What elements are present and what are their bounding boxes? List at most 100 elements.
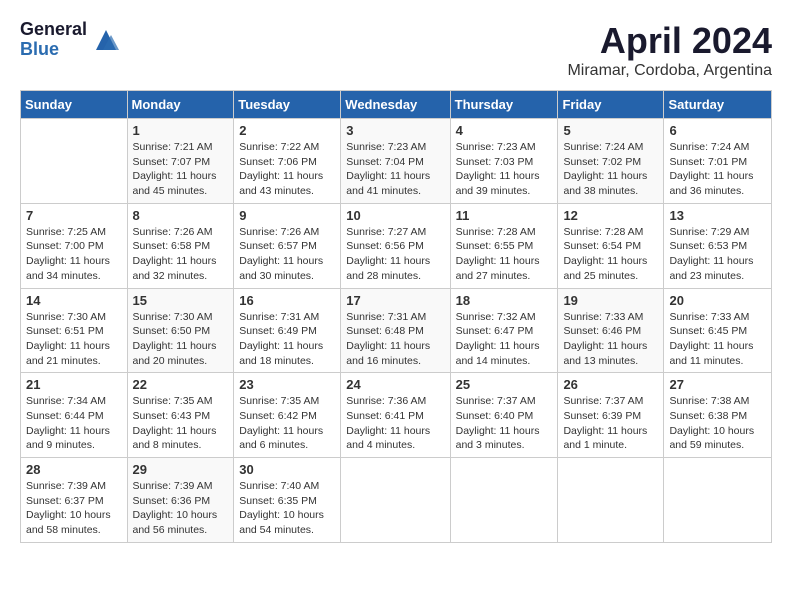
day-details: Sunrise: 7:37 AMSunset: 6:39 PMDaylight:… xyxy=(563,394,658,453)
calendar-cell: 26 Sunrise: 7:37 AMSunset: 6:39 PMDayligh… xyxy=(558,373,664,458)
day-number: 19 xyxy=(563,293,658,308)
day-details: Sunrise: 7:28 AMSunset: 6:55 PMDaylight:… xyxy=(456,225,553,284)
day-details: Sunrise: 7:39 AMSunset: 6:36 PMDaylight:… xyxy=(133,479,229,538)
calendar-cell: 8 Sunrise: 7:26 AMSunset: 6:58 PMDaylight… xyxy=(127,203,234,288)
calendar-header-friday: Friday xyxy=(558,91,664,119)
day-number: 15 xyxy=(133,293,229,308)
day-details: Sunrise: 7:33 AMSunset: 6:45 PMDaylight:… xyxy=(669,310,766,369)
calendar-cell: 3Sunrise: 7:23 AMSunset: 7:04 PMDaylight… xyxy=(341,119,450,204)
day-number: 16 xyxy=(239,293,335,308)
day-number: 5 xyxy=(563,123,658,138)
day-details: Sunrise: 7:26 AMSunset: 6:58 PMDaylight:… xyxy=(133,225,229,284)
day-number: 26 xyxy=(563,377,658,392)
day-number: 1 xyxy=(133,123,229,138)
logo-icon xyxy=(91,25,121,55)
day-details: Sunrise: 7:36 AMSunset: 6:41 PMDaylight:… xyxy=(346,394,444,453)
calendar-week-5: 28Sunrise: 7:39 AMSunset: 6:37 PMDayligh… xyxy=(21,458,772,543)
calendar-cell: 24 Sunrise: 7:36 AMSunset: 6:41 PMDayligh… xyxy=(341,373,450,458)
title-block: April 2024 Miramar, Cordoba, Argentina xyxy=(567,20,772,80)
day-number: 30 xyxy=(239,462,335,477)
day-details: Sunrise: 7:24 AMSunset: 7:01 PMDaylight:… xyxy=(669,140,766,199)
day-details: Sunrise: 7:30 AMSunset: 6:51 PMDaylight:… xyxy=(26,310,122,369)
calendar-body: 1 Sunrise: 7:21 AMSunset: 7:07 PMDaylight… xyxy=(21,119,772,543)
calendar-header-tuesday: Tuesday xyxy=(234,91,341,119)
calendar-cell: 15Sunrise: 7:30 AMSunset: 6:50 PMDayligh… xyxy=(127,288,234,373)
day-number: 29 xyxy=(133,462,229,477)
calendar-header-monday: Monday xyxy=(127,91,234,119)
day-number: 22 xyxy=(133,377,229,392)
day-details: Sunrise: 7:39 AMSunset: 6:37 PMDaylight:… xyxy=(26,479,122,538)
calendar-cell xyxy=(341,458,450,543)
day-details: Sunrise: 7:31 AMSunset: 6:48 PMDaylight:… xyxy=(346,310,444,369)
day-details: Sunrise: 7:25 AMSunset: 7:00 PMDaylight:… xyxy=(26,225,122,284)
calendar-cell xyxy=(21,119,128,204)
calendar-cell: 14 Sunrise: 7:30 AMSunset: 6:51 PMDayligh… xyxy=(21,288,128,373)
calendar-week-1: 1 Sunrise: 7:21 AMSunset: 7:07 PMDaylight… xyxy=(21,119,772,204)
day-number: 4 xyxy=(456,123,553,138)
calendar-cell xyxy=(664,458,772,543)
day-details: Sunrise: 7:35 AMSunset: 6:43 PMDaylight:… xyxy=(133,394,229,453)
day-number: 17 xyxy=(346,293,444,308)
calendar-cell: 28Sunrise: 7:39 AMSunset: 6:37 PMDayligh… xyxy=(21,458,128,543)
day-number: 24 xyxy=(346,377,444,392)
calendar-header-saturday: Saturday xyxy=(664,91,772,119)
day-details: Sunrise: 7:29 AMSunset: 6:53 PMDaylight:… xyxy=(669,225,766,284)
day-number: 18 xyxy=(456,293,553,308)
day-number: 6 xyxy=(669,123,766,138)
day-number: 12 xyxy=(563,208,658,223)
calendar-cell: 6 Sunrise: 7:24 AMSunset: 7:01 PMDaylight… xyxy=(664,119,772,204)
page-header: General Blue April 2024 Miramar, Cordoba… xyxy=(20,20,772,80)
day-number: 25 xyxy=(456,377,553,392)
day-details: Sunrise: 7:21 AMSunset: 7:07 PMDaylight:… xyxy=(133,140,229,199)
day-details: Sunrise: 7:27 AMSunset: 6:56 PMDaylight:… xyxy=(346,225,444,284)
logo-general: General xyxy=(20,20,87,40)
calendar-cell: 13Sunrise: 7:29 AMSunset: 6:53 PMDayligh… xyxy=(664,203,772,288)
calendar-cell: 22 Sunrise: 7:35 AMSunset: 6:43 PMDayligh… xyxy=(127,373,234,458)
day-number: 10 xyxy=(346,208,444,223)
calendar-cell: 4Sunrise: 7:23 AMSunset: 7:03 PMDaylight… xyxy=(450,119,558,204)
location-title: Miramar, Cordoba, Argentina xyxy=(567,62,772,80)
day-number: 7 xyxy=(26,208,122,223)
day-details: Sunrise: 7:24 AMSunset: 7:02 PMDaylight:… xyxy=(563,140,658,199)
day-number: 9 xyxy=(239,208,335,223)
calendar-cell: 25 Sunrise: 7:37 AMSunset: 6:40 PMDayligh… xyxy=(450,373,558,458)
day-details: Sunrise: 7:37 AMSunset: 6:40 PMDaylight:… xyxy=(456,394,553,453)
day-number: 11 xyxy=(456,208,553,223)
calendar-cell: 9 Sunrise: 7:26 AMSunset: 6:57 PMDaylight… xyxy=(234,203,341,288)
day-details: Sunrise: 7:33 AMSunset: 6:46 PMDaylight:… xyxy=(563,310,658,369)
calendar-header-thursday: Thursday xyxy=(450,91,558,119)
calendar-cell xyxy=(558,458,664,543)
calendar-cell: 5 Sunrise: 7:24 AMSunset: 7:02 PMDaylight… xyxy=(558,119,664,204)
calendar-header-wednesday: Wednesday xyxy=(341,91,450,119)
calendar-cell xyxy=(450,458,558,543)
day-details: Sunrise: 7:26 AMSunset: 6:57 PMDaylight:… xyxy=(239,225,335,284)
day-details: Sunrise: 7:22 AMSunset: 7:06 PMDaylight:… xyxy=(239,140,335,199)
day-number: 14 xyxy=(26,293,122,308)
calendar-week-4: 21Sunrise: 7:34 AMSunset: 6:44 PMDayligh… xyxy=(21,373,772,458)
logo: General Blue xyxy=(20,20,121,60)
calendar-cell: 7 Sunrise: 7:25 AMSunset: 7:00 PMDaylight… xyxy=(21,203,128,288)
day-details: Sunrise: 7:35 AMSunset: 6:42 PMDaylight:… xyxy=(239,394,335,453)
day-number: 21 xyxy=(26,377,122,392)
calendar-cell: 20Sunrise: 7:33 AMSunset: 6:45 PMDayligh… xyxy=(664,288,772,373)
calendar-table: SundayMondayTuesdayWednesdayThursdayFrid… xyxy=(20,90,772,543)
day-details: Sunrise: 7:32 AMSunset: 6:47 PMDaylight:… xyxy=(456,310,553,369)
calendar-cell: 11 Sunrise: 7:28 AMSunset: 6:55 PMDayligh… xyxy=(450,203,558,288)
logo-blue: Blue xyxy=(20,40,87,60)
calendar-cell: 19 Sunrise: 7:33 AMSunset: 6:46 PMDayligh… xyxy=(558,288,664,373)
calendar-cell: 12Sunrise: 7:28 AMSunset: 6:54 PMDayligh… xyxy=(558,203,664,288)
month-title: April 2024 xyxy=(567,20,772,62)
calendar-cell: 16Sunrise: 7:31 AMSunset: 6:49 PMDayligh… xyxy=(234,288,341,373)
calendar-cell: 18 Sunrise: 7:32 AMSunset: 6:47 PMDayligh… xyxy=(450,288,558,373)
calendar-cell: 17 Sunrise: 7:31 AMSunset: 6:48 PMDayligh… xyxy=(341,288,450,373)
day-details: Sunrise: 7:40 AMSunset: 6:35 PMDaylight:… xyxy=(239,479,335,538)
day-details: Sunrise: 7:38 AMSunset: 6:38 PMDaylight:… xyxy=(669,394,766,453)
day-number: 2 xyxy=(239,123,335,138)
calendar-cell: 2 Sunrise: 7:22 AMSunset: 7:06 PMDaylight… xyxy=(234,119,341,204)
calendar-cell: 1 Sunrise: 7:21 AMSunset: 7:07 PMDaylight… xyxy=(127,119,234,204)
day-number: 8 xyxy=(133,208,229,223)
day-number: 27 xyxy=(669,377,766,392)
calendar-cell: 23Sunrise: 7:35 AMSunset: 6:42 PMDayligh… xyxy=(234,373,341,458)
calendar-cell: 10 Sunrise: 7:27 AMSunset: 6:56 PMDayligh… xyxy=(341,203,450,288)
calendar-cell: 29 Sunrise: 7:39 AMSunset: 6:36 PMDayligh… xyxy=(127,458,234,543)
